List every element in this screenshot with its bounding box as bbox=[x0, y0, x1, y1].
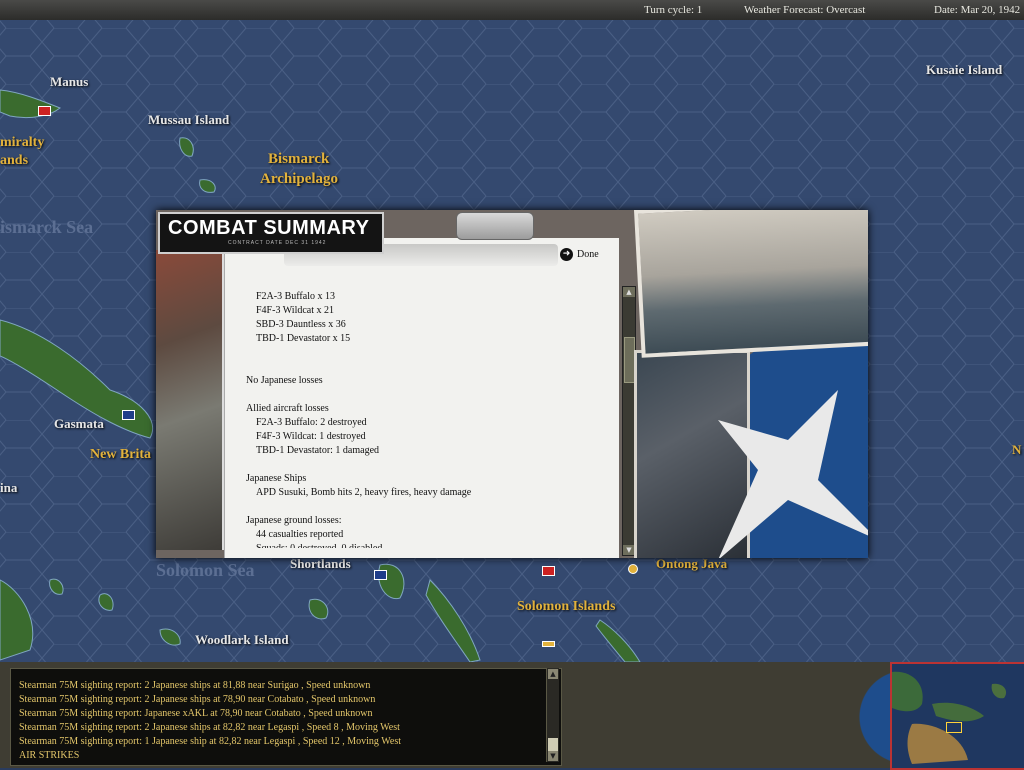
base-icon-shortlands[interactable] bbox=[374, 570, 387, 580]
turn-cycle: Turn cycle: 1 bbox=[644, 4, 703, 16]
report-spacer bbox=[246, 500, 616, 514]
map-label-edge: N bbox=[1012, 442, 1022, 457]
weather-forecast: Weather Forecast: Overcast bbox=[744, 4, 866, 16]
dialog-title: COMBAT SUMMARY bbox=[168, 217, 370, 239]
map-label-gasmata: Gasmata bbox=[54, 416, 104, 431]
log-line: Stearman 75M sighting report: Japanese x… bbox=[19, 708, 373, 719]
done-label: Done bbox=[577, 249, 599, 260]
map-label-archipelago: Archipelago bbox=[260, 171, 339, 187]
minimap-view-frame[interactable] bbox=[946, 722, 962, 733]
report-spacer bbox=[246, 388, 616, 402]
map-label-solomon-sea: Solomon Sea bbox=[156, 560, 255, 580]
map-label-manus: Manus bbox=[50, 74, 89, 89]
message-log: Stearman 75M sighting report: 2 Japanese… bbox=[10, 668, 562, 766]
log-line: Stearman 75M sighting report: 2 Japanese… bbox=[19, 680, 371, 691]
title-plate: COMBAT SUMMARY CONTRACT DATE DEC 31 1942 bbox=[158, 212, 384, 254]
report-line: F4F-3 Wildcat x 21 bbox=[256, 305, 335, 316]
report-line: F2A-3 Buffalo: 2 destroyed bbox=[256, 417, 367, 428]
dialog-subtitle: CONTRACT DATE DEC 31 1942 bbox=[228, 240, 327, 246]
log-scroll-down-icon[interactable]: ▼ bbox=[548, 751, 558, 761]
clipboard-clip bbox=[456, 212, 534, 240]
game-date: Date: Mar 20, 1942 bbox=[934, 4, 1021, 16]
ship-icon[interactable] bbox=[542, 641, 555, 647]
log-line: Stearman 75M sighting report: 1 Japanese… bbox=[19, 736, 401, 747]
map-label-solomon-islands: Solomon Islands bbox=[517, 599, 616, 614]
report-line: F4F-3 Wildcat: 1 destroyed bbox=[256, 431, 366, 442]
report-line: SBD-3 Dauntless x 36 bbox=[256, 319, 346, 330]
report-line: Japanese Ships bbox=[246, 473, 307, 484]
log-line: Stearman 75M sighting report: 2 Japanese… bbox=[19, 722, 400, 733]
log-scrollbar[interactable]: ▲ ▼ bbox=[546, 668, 559, 762]
report-line: Squads: 0 destroyed, 0 disabled bbox=[246, 542, 616, 548]
minimap-land bbox=[892, 671, 1007, 764]
scroll-up-arrow-icon[interactable]: ▲ bbox=[623, 287, 635, 297]
base-icon-manus[interactable] bbox=[38, 106, 51, 116]
map-label-new-britain: New Brita bbox=[90, 447, 152, 462]
task-force-icon[interactable] bbox=[542, 566, 555, 576]
combat-summary-dialog: COMBAT SUMMARY CONTRACT DATE DEC 31 1942… bbox=[156, 210, 868, 558]
map-label-bismarck-sea: ismarck Sea bbox=[0, 217, 94, 237]
map-label-bismarck: Bismarck bbox=[268, 151, 330, 167]
report-line: TBD-1 Devastator x 15 bbox=[256, 333, 351, 344]
report-line: APD Susuki, Bomb hits 2, heavy fires, he… bbox=[256, 487, 472, 498]
report-line: F2A-3 Buffalo x 13 bbox=[256, 291, 335, 302]
map-label-ontong-java: Ontong Java bbox=[656, 556, 728, 571]
log-scroll-up-icon[interactable]: ▲ bbox=[548, 669, 558, 679]
done-button[interactable]: ➜ Done bbox=[560, 248, 599, 261]
map-label-admiralty-2: ands bbox=[0, 153, 29, 168]
report-line: Japanese ground losses: bbox=[246, 515, 342, 526]
battleship-photo bbox=[634, 210, 868, 358]
report-spacer bbox=[246, 458, 616, 472]
map-label-kusaie: Kusaie Island bbox=[926, 62, 1003, 77]
white-star-icon bbox=[718, 390, 868, 558]
report-line: No Japanese losses bbox=[246, 375, 323, 386]
left-photo bbox=[156, 250, 225, 550]
log-line: AIR STRIKES bbox=[19, 750, 80, 761]
log-line: Stearman 75M sighting report: 2 Japanese… bbox=[19, 694, 376, 705]
report-spacer bbox=[246, 346, 616, 360]
report-spacer bbox=[246, 360, 616, 374]
map-label-mussau: Mussau Island bbox=[148, 112, 230, 127]
report-line: 44 casualties reported bbox=[256, 529, 344, 540]
map-label-guinea: ina bbox=[0, 480, 18, 495]
log-lines: Stearman 75M sighting report: 2 Japanese… bbox=[19, 679, 539, 763]
combat-report: F2A-3 Buffalo x 13 F4F-3 Wildcat x 21 SBD-… bbox=[246, 290, 616, 548]
base-icon-ontong-java[interactable] bbox=[628, 564, 638, 574]
report-line: TBD-1 Devastator: 1 damaged bbox=[256, 445, 380, 456]
map-label-woodlark: Woodlark Island bbox=[195, 632, 289, 647]
map-label-shortlands: Shortlands bbox=[290, 556, 351, 571]
minimap[interactable] bbox=[890, 662, 1024, 770]
arrow-right-icon: ➜ bbox=[560, 248, 573, 261]
log-scroll-thumb[interactable] bbox=[548, 738, 558, 752]
map-label-admiralty: miralty bbox=[0, 135, 45, 150]
report-line: Allied aircraft losses bbox=[246, 403, 329, 414]
base-icon-gasmata[interactable] bbox=[122, 410, 135, 420]
top-status-bar: Turn cycle: 1 Weather Forecast: Overcast… bbox=[0, 0, 1024, 21]
